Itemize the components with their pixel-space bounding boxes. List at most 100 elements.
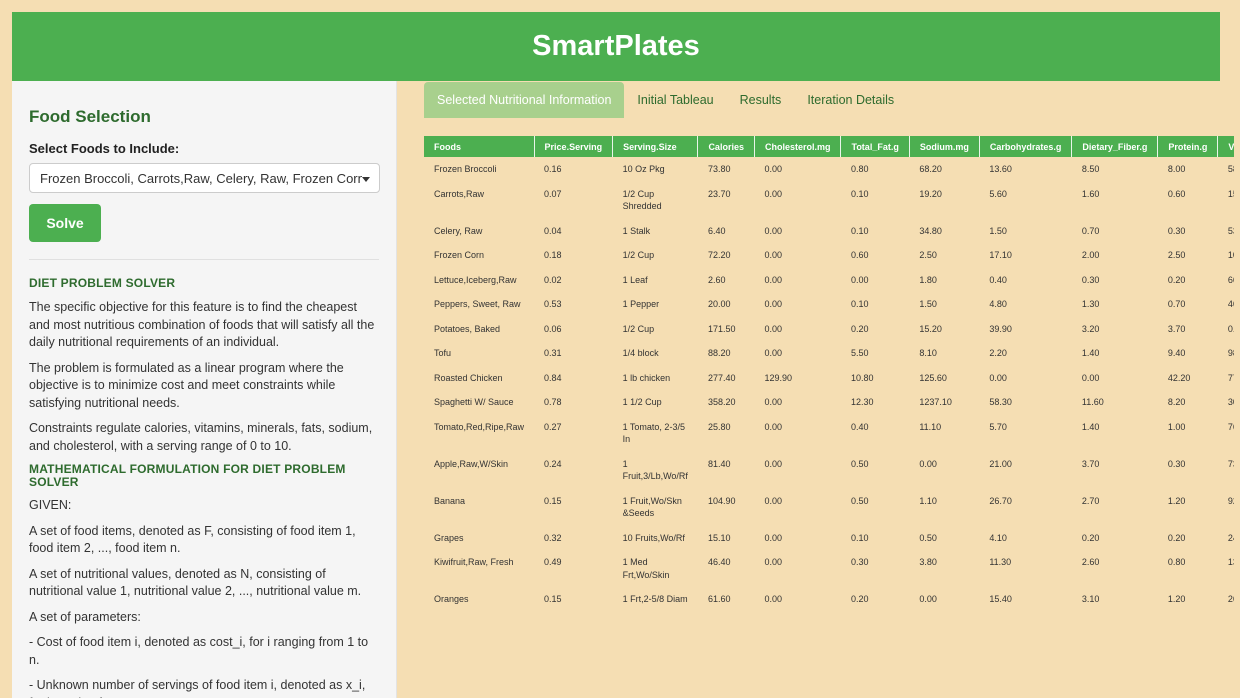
table-row: Banana 0.15 1 Fruit,Wo/Skn &Seeds 104.90 0.0… bbox=[424, 489, 1234, 526]
table-cell: 1.80 bbox=[919, 274, 937, 285]
table-cell: Oranges bbox=[434, 594, 469, 604]
table-cell: 1.60 bbox=[1081, 188, 1100, 199]
table-cell: 21.00 bbox=[989, 458, 1012, 469]
table-cell: 1 1/2 Cup bbox=[622, 397, 662, 407]
diet-solver-title: DIET PROBLEM SOLVER bbox=[29, 276, 176, 290]
table-cell: 11.10 bbox=[919, 421, 942, 432]
nutrition-table: Foods Price.Serving Serving.Size Calories Ch… bbox=[424, 136, 1234, 612]
column-header[interactable]: Vit_A.IU bbox=[1217, 136, 1234, 157]
table-cell: 0.04 bbox=[544, 225, 562, 236]
table-cell: 1.50 bbox=[919, 299, 937, 309]
table-row: Frozen Corn 0.18 1/2 Cup 72.20 0.00 0.60 2.50 1… bbox=[424, 243, 1234, 268]
table-cell: 92.30 bbox=[1227, 495, 1234, 506]
table-cell: 268.60 bbox=[1227, 594, 1234, 604]
table-cell: 0.00 bbox=[764, 495, 782, 506]
column-header[interactable]: Cholesterol.mg bbox=[754, 136, 842, 157]
table-cell: 0.70 bbox=[1167, 299, 1186, 309]
table-cell: 0.60 bbox=[850, 250, 869, 260]
table-cell: 24.00 bbox=[1227, 532, 1234, 543]
table-cell: Frozen Corn bbox=[434, 250, 485, 260]
table-cell: 73.80 bbox=[707, 164, 731, 174]
column-header[interactable]: Price.Serving bbox=[534, 136, 614, 157]
table-cell: 0.18 bbox=[544, 250, 562, 260]
table-cell: 1.10 bbox=[919, 495, 937, 506]
tab-initial-tableau[interactable]: Initial Tableau bbox=[624, 82, 726, 118]
column-header[interactable]: Carbohydrates.g bbox=[979, 136, 1073, 157]
table-cell: 0.15 bbox=[544, 594, 562, 604]
table-cell: 1/2 Cup bbox=[622, 323, 655, 334]
table-cell: 66.00 bbox=[1227, 274, 1234, 285]
table-cell: 0.49 bbox=[544, 557, 562, 567]
column-header[interactable]: Calories bbox=[697, 136, 755, 157]
formulation-paragraph: - Unknown number of servings of food ite… bbox=[29, 678, 366, 698]
table-cell: 1.40 bbox=[1081, 421, 1100, 432]
table-cell: 1 lb chicken bbox=[622, 372, 671, 383]
table-cell: 0.00 bbox=[764, 188, 782, 199]
table-cell: 5.70 bbox=[989, 421, 1007, 432]
table-cell: 1.40 bbox=[1081, 348, 1100, 358]
column-header[interactable]: Dietary_Fiber.g bbox=[1071, 136, 1159, 157]
table-cell: 8.00 bbox=[1167, 164, 1186, 174]
column-header[interactable]: Sodium.mg bbox=[909, 136, 980, 157]
table-cell: 3.70 bbox=[1081, 458, 1100, 469]
table-cell: 0.16 bbox=[544, 164, 562, 174]
description-paragraph: Constraints regulate calories, vitamins,… bbox=[29, 421, 373, 453]
table-cell: 0.00 bbox=[919, 458, 937, 469]
column-header[interactable]: Serving.Size bbox=[612, 136, 699, 157]
table-cell: 277.40 bbox=[707, 372, 736, 383]
table-cell: 11.30 bbox=[989, 557, 1012, 567]
table-cell: 77.40 bbox=[1227, 372, 1234, 383]
table-body: Frozen Broccoli 0.16 10 Oz Pkg 73.80 0.00 0.8… bbox=[424, 157, 1234, 612]
column-header[interactable]: Total_Fat.g bbox=[840, 136, 910, 157]
food-select-dropdown[interactable]: Frozen Broccoli, Carrots,Raw, Celery, Ra… bbox=[29, 163, 380, 193]
table-cell: 81.40 bbox=[707, 458, 731, 469]
table-cell: 1.30 bbox=[1081, 299, 1100, 309]
table-cell: 5867.40 bbox=[1227, 164, 1234, 174]
table-cell: 0.27 bbox=[544, 421, 562, 432]
table-row: Peppers, Sweet, Raw 0.53 1 Pepper 20.00 0.00… bbox=[424, 292, 1234, 317]
table-cell: 0.50 bbox=[850, 458, 869, 469]
table-cell: 1.00 bbox=[1167, 421, 1186, 432]
table-cell: 125.60 bbox=[919, 372, 947, 383]
table-cell: 15.20 bbox=[919, 323, 942, 334]
table-cell: Tofu bbox=[434, 348, 452, 358]
table-cell: 0.78 bbox=[544, 397, 562, 407]
table-cell: 23.70 bbox=[707, 188, 731, 199]
nutrition-table-container[interactable]: Foods Price.Serving Serving.Size Calories Ch… bbox=[424, 136, 1234, 612]
table-cell: Apple,Raw,W/Skin bbox=[434, 458, 509, 469]
table-cell: Roasted Chicken bbox=[434, 372, 503, 383]
table-cell: Frozen Broccoli bbox=[434, 164, 497, 174]
app-header: SmartPlates bbox=[12, 12, 1220, 81]
column-header[interactable]: Protein.g bbox=[1157, 136, 1219, 157]
table-cell: 1 Leaf bbox=[622, 274, 648, 285]
main-panel: Selected Nutritional Information Initial… bbox=[397, 81, 1240, 698]
table-cell: 1 Fruit,3/Lb,Wo/Rf bbox=[622, 458, 688, 482]
table-cell: 0.53 bbox=[544, 299, 562, 309]
table-row: Potatoes, Baked 0.06 1/2 Cup 171.50 0.00 0.20… bbox=[424, 317, 1234, 342]
table-cell: 0.07 bbox=[544, 188, 562, 199]
table-cell: 3.10 bbox=[1081, 594, 1100, 604]
table-cell: 2.70 bbox=[1081, 495, 1100, 506]
table-cell: 0.40 bbox=[850, 421, 869, 432]
table-cell: Lettuce,Iceberg,Raw bbox=[434, 274, 517, 285]
table-row: Oranges 0.15 1 Frt,2-5/8 Diam 61.60 0.00 0.20… bbox=[424, 587, 1234, 612]
table-cell: 0.00 bbox=[764, 323, 782, 334]
tab-results[interactable]: Results bbox=[727, 82, 795, 118]
table-cell: 0.15 bbox=[544, 495, 562, 506]
select-foods-label: Select Foods to Include: bbox=[29, 141, 180, 156]
table-cell: 0.20 bbox=[850, 323, 869, 334]
table-cell: 0.30 bbox=[1081, 274, 1100, 285]
table-cell: 2.20 bbox=[989, 348, 1007, 358]
tab-selected-nutritional-information[interactable]: Selected Nutritional Information bbox=[424, 82, 625, 118]
table-cell: 0.50 bbox=[919, 532, 937, 543]
solve-button[interactable]: Solve bbox=[29, 204, 101, 242]
column-header[interactable]: Foods bbox=[424, 136, 535, 157]
table-cell: 1237.10 bbox=[919, 397, 952, 407]
table-cell: 0.06 bbox=[544, 323, 562, 334]
table-cell: 25.80 bbox=[707, 421, 731, 432]
table-cell: 68.20 bbox=[919, 164, 942, 174]
tab-iteration-details[interactable]: Iteration Details bbox=[794, 82, 907, 118]
table-row: Carrots,Raw 0.07 1/2 Cup Shredded 23.70 0.00… bbox=[424, 182, 1234, 219]
table-cell: Kiwifruit,Raw, Fresh bbox=[434, 557, 514, 567]
table-cell: 20.00 bbox=[707, 299, 731, 309]
